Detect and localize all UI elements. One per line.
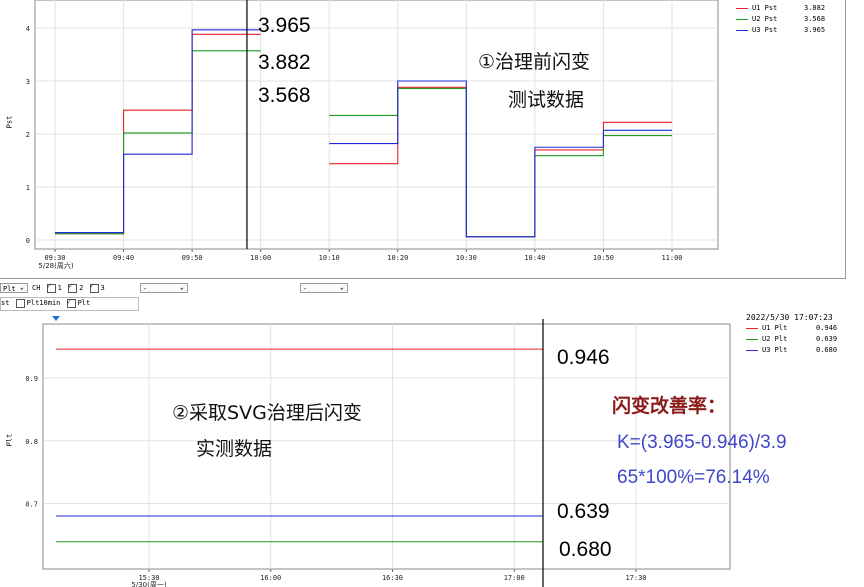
x-date-label: 5/28(周六) xyxy=(38,261,73,270)
legend-item-u3-pst: U3 Pst 3.965 xyxy=(736,26,825,34)
improvement-formula-line-1: K=(3.965-0.946)/3.9 xyxy=(617,432,787,453)
parameter-select[interactable]: Plt ▾ xyxy=(0,283,28,293)
legend-value: 3.965 xyxy=(804,26,826,34)
top-pst-chart: 09:30 09:40 09:50 10:00 10:10 10:20 10:30 10:40… xyxy=(26,0,719,270)
x-tick-label: 10:40 xyxy=(524,254,545,262)
legend-swatch xyxy=(746,327,758,329)
top-annotation-u2: 3.568 xyxy=(258,84,311,107)
chevron-down-icon: ▾ xyxy=(339,285,344,293)
top-annotation-u3: 3.965 xyxy=(258,14,311,37)
y-tick-label: 0.9 xyxy=(25,375,38,383)
legend-label: U1 Plt xyxy=(762,324,788,332)
y-tick-label: 3 xyxy=(26,78,30,86)
x-date-label: 5/30(周一) xyxy=(131,581,166,587)
bottom-annotation-u1: 0.946 xyxy=(557,346,610,369)
x-tick-label: 10:00 xyxy=(250,254,271,262)
legend-item-u3-plt: U3 Plt 0.680 xyxy=(746,346,837,354)
channel-1-checkbox[interactable] xyxy=(46,281,56,293)
x-tick-label: 17:30 xyxy=(625,574,646,582)
bottom-timestamp: 2022/5/30 17:07:23 xyxy=(746,313,833,322)
channel-checkboxes: CH 1 2 3 xyxy=(32,281,105,293)
x-tick-label: 10:50 xyxy=(593,254,614,262)
scroll-marker-icon xyxy=(52,316,60,321)
legend-label: U3 Plt xyxy=(762,346,788,354)
legend-value: 0.639 xyxy=(816,335,838,343)
legend-swatch xyxy=(746,349,758,351)
top-annotation-u1: 3.882 xyxy=(258,51,311,74)
top-legend: U1 Pst 3.882 U2 Pst 3.568 U3 Pst 3.965 xyxy=(736,4,846,40)
x-tick-label: 16:30 xyxy=(382,574,403,582)
legend-label: U1 Pst xyxy=(752,4,778,12)
bottom-annotation-u3: 0.680 xyxy=(559,538,612,561)
legend-swatch xyxy=(736,7,748,9)
legend-value: 3.568 xyxy=(804,15,826,23)
bottom-y-axis-label: Plt xyxy=(5,433,14,447)
legend-item-u2-pst: U2 Pst 3.568 xyxy=(736,15,825,23)
chevron-down-icon: ▾ xyxy=(179,285,184,293)
legend-value: 0.680 xyxy=(816,346,838,354)
x-tick-label: 10:20 xyxy=(387,254,408,262)
x-tick-label: 09:50 xyxy=(182,254,203,262)
top-y-axis-label: Pst xyxy=(5,115,14,129)
x-tick-label: 09:30 xyxy=(44,254,65,262)
legend-item-u1-pst: U1 Pst 3.882 xyxy=(736,4,825,12)
bottom-annotation-u2: 0.639 xyxy=(557,500,610,523)
channel-2-checkbox[interactable] xyxy=(68,281,78,293)
x-tick-label: 17:00 xyxy=(504,574,525,582)
channel-3-checkbox[interactable] xyxy=(89,281,99,293)
legend-item-u1-plt: U1 Plt 0.946 xyxy=(746,324,837,332)
dropdown-2-value: - xyxy=(303,285,308,293)
y-tick-label: 0 xyxy=(26,237,30,245)
dropdown-1-value: - xyxy=(143,285,148,293)
legend-item-u2-plt: U2 Plt 0.639 xyxy=(746,335,837,343)
bottom-legend: U1 Plt 0.946 U2 Plt 0.639 U3 Plt 0.680 xyxy=(746,324,856,360)
channel-3-label: 3 xyxy=(100,284,105,292)
legend-value: 3.882 xyxy=(804,4,826,12)
x-tick-label: 16:00 xyxy=(260,574,281,582)
x-tick-label: 10:30 xyxy=(456,254,477,262)
channel-1-label: 1 xyxy=(57,284,62,292)
y-tick-label: 0.8 xyxy=(25,438,38,446)
top-note-subtitle: 测试数据 xyxy=(508,89,585,111)
improvement-formula-line-2: 65*100%=76.14% xyxy=(617,467,770,488)
y-tick-label: 4 xyxy=(26,25,30,33)
y-tick-label: 1 xyxy=(26,184,30,192)
y-tick-label: 0.7 xyxy=(25,501,38,509)
legend-label: U3 Pst xyxy=(752,26,778,34)
chevron-down-icon: ▾ xyxy=(19,285,24,293)
legend-label: U2 Plt xyxy=(762,335,788,343)
top-note-title: ①治理前闪变 xyxy=(478,51,591,73)
x-tick-label: 09:40 xyxy=(113,254,134,262)
parameter-select-value: Plt xyxy=(3,285,16,293)
improvement-title: 闪变改善率： xyxy=(612,395,727,417)
legend-swatch xyxy=(736,29,748,31)
dropdown-2[interactable]: - ▾ xyxy=(300,283,348,293)
dropdown-1[interactable]: - ▾ xyxy=(140,283,188,293)
channel-label: CH xyxy=(32,284,41,292)
bottom-note-subtitle: 实测数据 xyxy=(196,438,273,460)
y-tick-label: 2 xyxy=(26,131,30,139)
legend-label: U2 Pst xyxy=(752,15,778,23)
x-tick-label: 10:10 xyxy=(319,254,340,262)
x-tick-label: 11:00 xyxy=(661,254,682,262)
legend-swatch xyxy=(736,18,748,20)
bottom-note-title: ②采取SVG治理后闪变 xyxy=(172,402,362,424)
legend-swatch xyxy=(746,338,758,340)
channel-2-label: 2 xyxy=(79,284,84,292)
top-plot-area xyxy=(34,0,719,250)
legend-value: 0.946 xyxy=(816,324,838,332)
